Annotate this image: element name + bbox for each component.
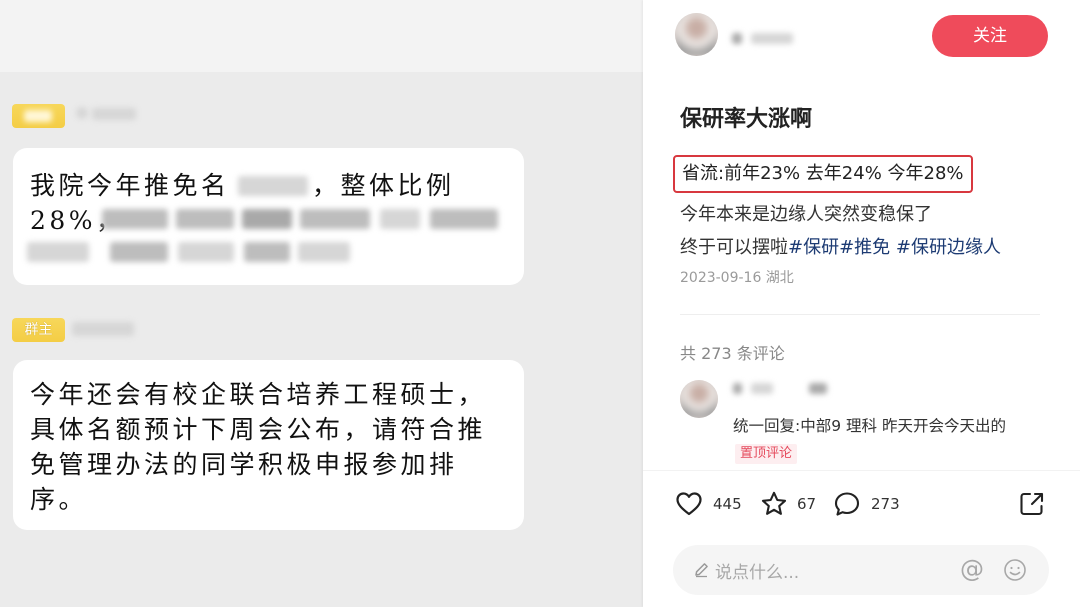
comment-count: 共 273 条评论 [680,344,785,363]
blurred-username [732,33,742,44]
blurred-username [751,383,773,394]
message-text: 序。 [30,485,88,514]
group-owner-badge: 群主 [12,318,65,342]
image-top-band [0,0,643,72]
message-text: 免管理办法的同学积极申报参加排 [30,450,458,479]
author-avatar[interactable] [675,13,718,56]
pencil-icon [695,563,708,578]
share-icon[interactable] [1018,490,1046,518]
mention-icon[interactable]: @ [960,555,984,583]
divider [643,470,1080,471]
blurred-username [72,322,134,336]
hashtag-link[interactable]: #保研边缘人 [896,237,1001,258]
commenter-avatar[interactable] [680,380,718,418]
comment-icon[interactable] [833,490,861,518]
post-detail-view: 我院今年推免名 ，整体比例 28%， 群主 今年还会有校企联合培养工程硕士， 具… [0,0,1080,607]
blurred-username [809,383,827,394]
member-badge [12,104,65,128]
blurred-icon [76,107,88,119]
blurred-username [733,383,742,394]
comment-input-placeholder: 说点什么... [715,563,800,583]
post-image[interactable]: 我院今年推免名 ，整体比例 28%， 群主 今年还会有校企联合培养工程硕士， 具… [0,0,643,607]
comment-text[interactable]: 统一回复:中部9 理科 昨天开会今天出的 [733,414,1006,436]
post-date-location: 2023-09-16 湖北 [680,270,794,286]
post-body-line: 终于可以摆啦#保研#推免 #保研边缘人 [680,233,1001,259]
message-text: 今年还会有校企联合培养工程硕士， [30,380,487,409]
follow-button[interactable]: 关注 [932,15,1048,57]
comment-count-action: 273 [871,495,900,513]
post-body-line: 今年本来是边缘人突然变稳保了 [680,204,932,225]
post-title: 保研率大涨啊 [680,107,813,132]
pinned-comment-badge: 置顶评论 [735,444,798,464]
blurred-username [92,108,136,120]
post-highlight-line: 省流:前年23% 去年24% 今年28% [673,155,973,193]
message-text: 我院今年推免名 [30,171,230,200]
collect-count: 67 [797,495,817,513]
divider [680,314,1040,315]
hashtag-link[interactable]: #推免 [839,237,890,258]
blurred-text [238,176,308,196]
comment-input[interactable]: 说点什么... @ [673,545,1049,595]
like-count: 445 [713,495,742,513]
post-body-text: 终于可以摆啦 [680,237,788,258]
star-icon[interactable] [760,490,788,518]
blurred-username [751,33,793,44]
heart-icon[interactable] [675,490,703,518]
emoji-icon[interactable] [1003,558,1027,582]
hashtag-link[interactable]: #保研 [788,237,839,258]
message-text: 具体名额预计下周会公布，请符合推 [30,415,487,444]
message-text: ，整体比例 [312,171,455,200]
post-detail-panel: 关注 保研率大涨啊 省流:前年23% 去年24% 今年28% 今年本来是边缘人突… [643,0,1080,607]
